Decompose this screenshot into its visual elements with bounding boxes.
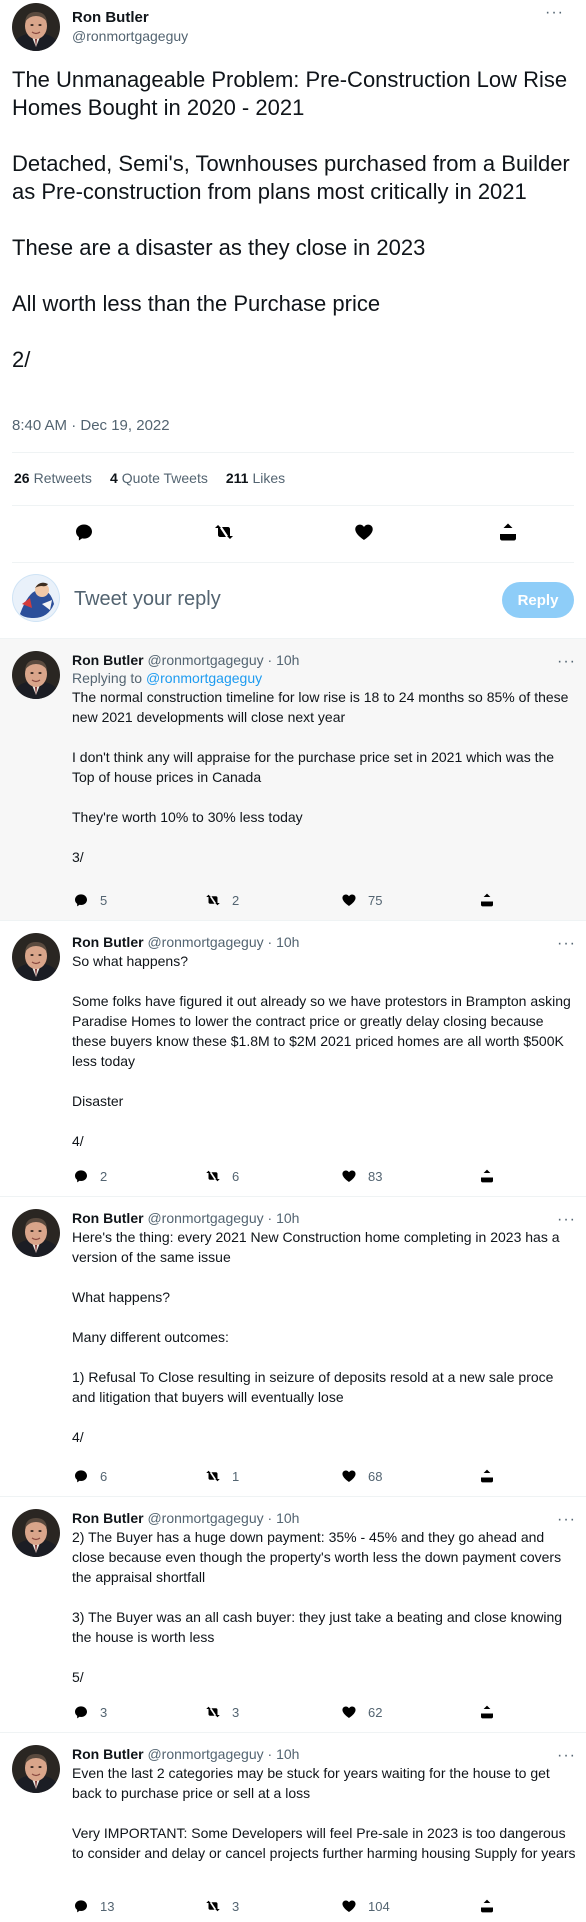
reply-time[interactable]: · 10h	[268, 1510, 300, 1526]
author-handle[interactable]: @ronmortgageguy	[147, 1510, 263, 1526]
retweet-count-button[interactable]: 1	[204, 1467, 239, 1485]
reply-composer: Tweet your reply Reply	[12, 574, 574, 626]
reply-header: Ron Butler @ronmortgageguy · 10h	[72, 1745, 576, 1763]
reply-count-button[interactable]: 3	[72, 1703, 107, 1721]
author-handle[interactable]: @ronmortgageguy	[147, 1746, 263, 1762]
reply-text: Here's the thing: every 2021 New Constru…	[72, 1229, 560, 1445]
reply-actions: 2 6 83	[72, 1167, 502, 1187]
reply-tweet[interactable]: ··· Ron Butler @ronmortgageguy · 10h Eve…	[0, 1732, 586, 1922]
author-handle[interactable]: @ronmortgageguy	[147, 1210, 263, 1226]
quote-tweets-stat[interactable]: 4 Quote Tweets	[110, 470, 208, 486]
avatar[interactable]	[12, 1509, 60, 1557]
retweet-count-button[interactable]: 3	[204, 1703, 239, 1721]
reply-header: Ron Butler @ronmortgageguy · 10h	[72, 1209, 576, 1227]
divider	[12, 562, 574, 563]
reply-count-button[interactable]: 2	[72, 1167, 107, 1185]
author-handle[interactable]: @ronmortgageguy	[72, 27, 188, 46]
reply-text: Even the last 2 categories may be stuck …	[72, 1765, 576, 1861]
reply-text: 2) The Buyer has a huge down payment: 35…	[72, 1529, 563, 1685]
retweet-icon[interactable]	[212, 520, 236, 544]
avatar[interactable]	[12, 1745, 60, 1793]
like-count-button[interactable]: 75	[340, 891, 382, 909]
reply-tweet[interactable]: ··· Ron Butler @ronmortgageguy · 10h 2) …	[0, 1496, 586, 1732]
reply-header: Ron Butler @ronmortgageguy · 10h	[72, 933, 576, 951]
avatar[interactable]	[12, 3, 60, 51]
retweet-count-button[interactable]: 3	[204, 1897, 239, 1915]
like-count-button[interactable]: 62	[340, 1703, 382, 1721]
like-count-button[interactable]: 83	[340, 1167, 382, 1185]
like-icon[interactable]	[352, 520, 376, 544]
share-icon[interactable]	[478, 1703, 496, 1721]
reply-count-button[interactable]: 13	[72, 1897, 114, 1915]
reply-header: Ron Butler @ronmortgageguy · 10h	[72, 651, 576, 669]
current-user-avatar[interactable]	[12, 574, 60, 622]
reply-actions: 5 2 75	[72, 891, 502, 911]
share-icon[interactable]	[478, 1467, 496, 1485]
author-handle[interactable]: @ronmortgageguy	[147, 934, 263, 950]
reply-actions: 3 3 62	[72, 1703, 502, 1723]
tweet-stats: 26 Retweets 4 Quote Tweets 211 Likes	[14, 470, 285, 486]
reply-icon[interactable]	[72, 520, 96, 544]
reply-text: The normal construction timeline for low…	[72, 689, 569, 865]
reply-header: Ron Butler @ronmortgageguy · 10h	[72, 1509, 576, 1527]
reply-actions: 6 1 68	[72, 1467, 502, 1487]
retweets-stat[interactable]: 26 Retweets	[14, 470, 92, 486]
share-icon[interactable]	[478, 891, 496, 909]
author-name[interactable]: Ron Butler	[72, 1210, 144, 1226]
share-icon[interactable]	[496, 520, 520, 544]
author-name[interactable]: Ron Butler	[72, 934, 144, 950]
reply-tweet[interactable]: ··· Ron Butler @ronmortgageguy · 10h Rep…	[0, 638, 586, 920]
tweet-paragraph: Detached, Semi's, Townhouses purchased f…	[12, 151, 570, 204]
main-tweet-actions	[12, 520, 574, 550]
retweet-count-button[interactable]: 6	[204, 1167, 239, 1185]
share-icon[interactable]	[478, 1167, 496, 1185]
main-tweet-text: The Unmanageable Problem: Pre-Constructi…	[12, 66, 574, 374]
avatar[interactable]	[12, 933, 60, 981]
reply-tweet[interactable]: ··· Ron Butler @ronmortgageguy · 10h Her…	[0, 1196, 586, 1496]
reply-tweet[interactable]: ··· Ron Butler @ronmortgageguy · 10h So …	[0, 920, 586, 1196]
tweet-paragraph: 2/	[12, 347, 31, 372]
tweet-paragraph: These are a disaster as they close in 20…	[12, 235, 426, 260]
likes-stat[interactable]: 211 Likes	[226, 470, 285, 486]
reply-input[interactable]: Tweet your reply	[74, 588, 221, 611]
mention-link[interactable]: @ronmortgageguy	[146, 670, 262, 686]
reply-count-button[interactable]: 6	[72, 1467, 107, 1485]
divider	[12, 505, 574, 506]
author-name[interactable]: Ron Butler	[72, 8, 188, 27]
author-handle[interactable]: @ronmortgageguy	[147, 652, 263, 668]
tweet-paragraph: All worth less than the Purchase price	[12, 291, 381, 316]
retweet-count-button[interactable]: 2	[204, 891, 239, 909]
reply-text: So what happens? Some folks have figured…	[72, 953, 571, 1149]
tweet-timestamp[interactable]: 8:40 AM · Dec 19, 2022	[12, 417, 170, 434]
main-tweet-header: Ron Butler @ronmortgageguy ···	[12, 2, 574, 52]
author-name[interactable]: Ron Butler	[72, 1746, 144, 1762]
reply-time[interactable]: · 10h	[268, 652, 300, 668]
reply-time[interactable]: · 10h	[268, 1746, 300, 1762]
reply-time[interactable]: · 10h	[268, 1210, 300, 1226]
divider	[12, 452, 574, 453]
tweet-paragraph: The Unmanageable Problem: Pre-Constructi…	[12, 67, 568, 120]
like-count-button[interactable]: 104	[340, 1897, 390, 1915]
replying-to: Replying to @ronmortgageguy	[72, 670, 263, 686]
reply-count-button[interactable]: 5	[72, 891, 107, 909]
reply-time[interactable]: · 10h	[268, 934, 300, 950]
like-count-button[interactable]: 68	[340, 1467, 382, 1485]
reply-button[interactable]: Reply	[502, 582, 574, 618]
reply-actions: 13 3 104	[72, 1897, 502, 1917]
share-icon[interactable]	[478, 1897, 496, 1915]
more-icon[interactable]: ···	[545, 5, 564, 21]
avatar[interactable]	[12, 1209, 60, 1257]
author-name[interactable]: Ron Butler	[72, 1510, 144, 1526]
avatar[interactable]	[12, 651, 60, 699]
author-name[interactable]: Ron Butler	[72, 652, 144, 668]
